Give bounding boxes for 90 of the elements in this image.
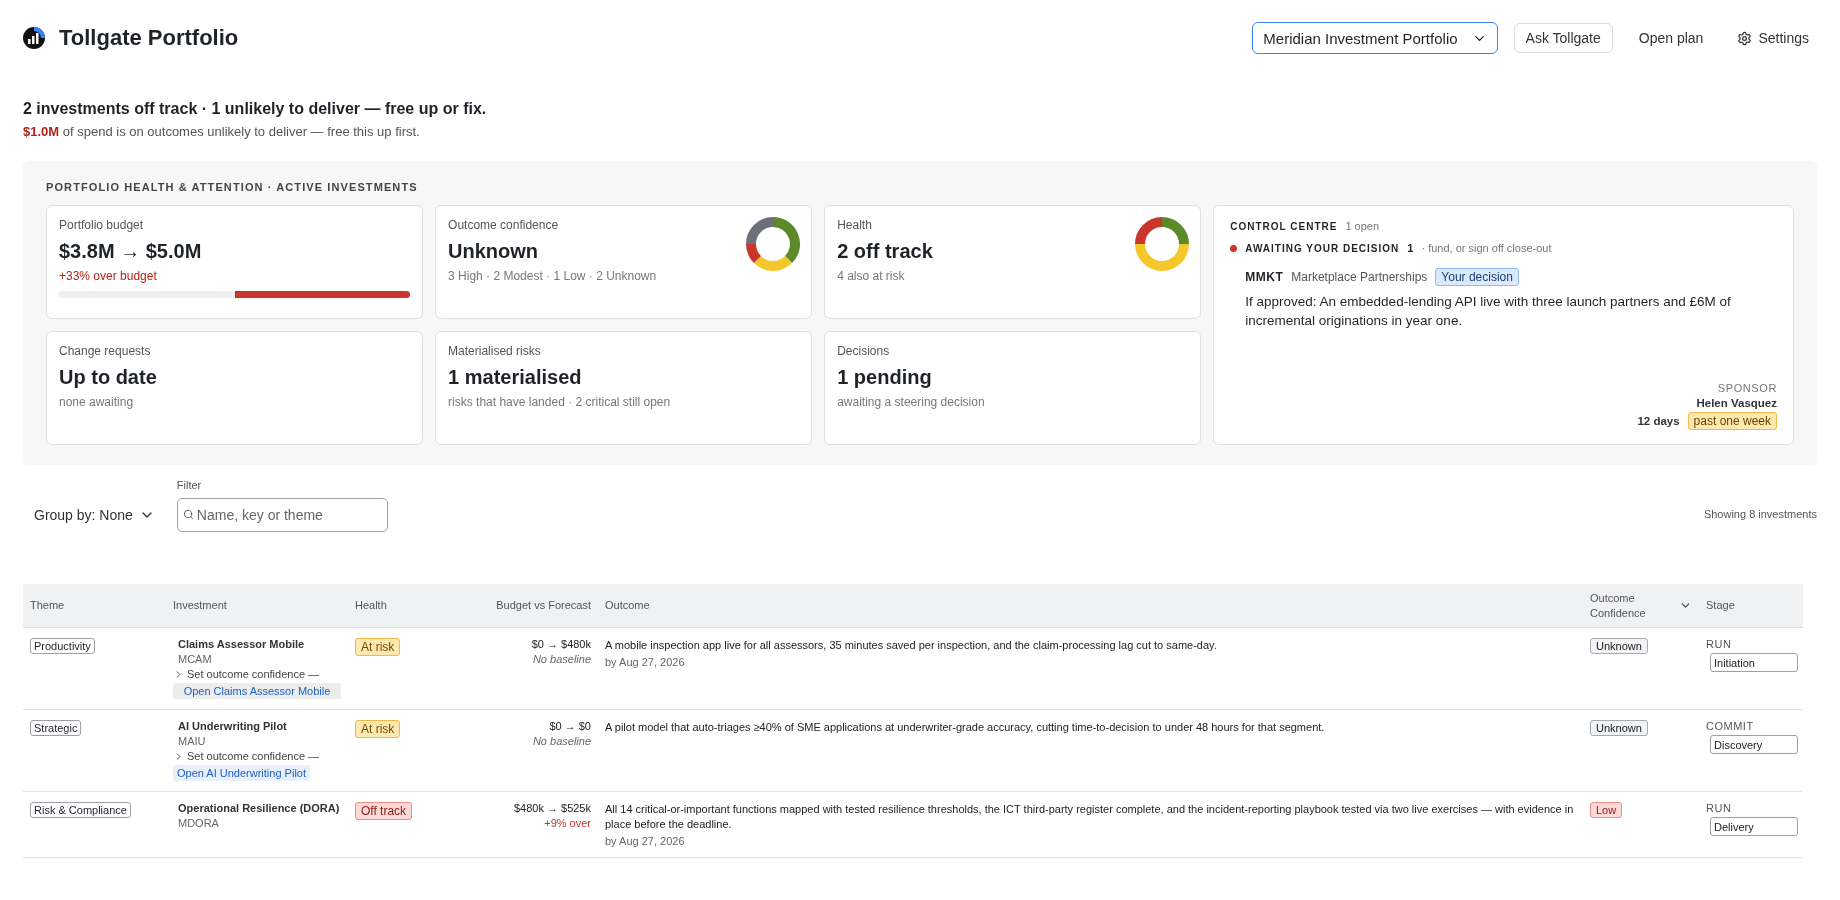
stage-select[interactable]: Delivery bbox=[1710, 817, 1798, 836]
group-label: AWAITING YOUR DECISION bbox=[1245, 242, 1400, 254]
theme-tag: Productivity bbox=[30, 638, 95, 654]
investment-key: MAIU bbox=[173, 735, 206, 747]
investment-key: MDORA bbox=[173, 817, 219, 829]
panel-title: PORTFOLIO HEALTH & ATTENTION · ACTIVE INVESTMENTS bbox=[46, 181, 419, 193]
investment-key: MMKT bbox=[1245, 270, 1284, 284]
card-value: 1 materialised bbox=[448, 366, 583, 389]
due-date: by Aug 27, 2026 bbox=[605, 835, 685, 847]
card-detail: 4 also at risk bbox=[837, 269, 906, 283]
sponsor-label: SPONSOR bbox=[1717, 382, 1777, 394]
health-tag: At risk bbox=[355, 638, 401, 656]
theme-tag: Strategic bbox=[30, 720, 82, 736]
filter-label: Filter bbox=[176, 479, 203, 491]
column-header: Budget vs Forecast bbox=[496, 598, 591, 613]
outcome-text: All 14 critical-or-important functions mapped with tested resilience thresholds, the ICT third-party register complete, and the incident-reporting playbook tested via two live exercises — with evidence in place before the deadline. bbox=[605, 802, 1575, 832]
set-confidence-toggle[interactable]: Set outcome confidence — bbox=[173, 668, 320, 680]
stage-select[interactable]: Discovery bbox=[1710, 735, 1798, 754]
donut-chart-drawing bbox=[745, 216, 802, 272]
card-label: Decisions bbox=[837, 344, 891, 358]
confidence-tag: Unknown bbox=[1590, 638, 1648, 654]
stage-label: RUN bbox=[1706, 802, 1732, 814]
outcome-text: A mobile inspection app live for all assessors, 35 minutes saved per inspection, and the claim-processing lag cut to same-day. bbox=[605, 638, 1217, 653]
age-text: 12 days bbox=[1637, 415, 1680, 427]
open-plan-button[interactable]: Open plan bbox=[1630, 26, 1712, 50]
summary-headline: 2 investments off track · 1 unlikely to deliver — free up or fix. bbox=[23, 100, 488, 118]
card-value: Unknown bbox=[448, 240, 540, 263]
investment-name: Claims Assessor Mobile bbox=[177, 638, 305, 650]
age-tag: past one week bbox=[1687, 412, 1777, 430]
column-header: Theme bbox=[30, 598, 65, 613]
card-detail: +33% over budget bbox=[59, 269, 158, 283]
due-date: by Aug 27, 2026 bbox=[605, 656, 685, 668]
investment-name: Operational Resilience (DORA) bbox=[177, 802, 340, 814]
stage-label: RUN bbox=[1706, 638, 1732, 650]
outcome-text: A pilot model that auto-triages ≥40% of SME applications at underwriter-grade accuracy, cutting time-to-decision to under 48 hours for that segment. bbox=[605, 720, 1325, 735]
column-header: Outcome Confidence bbox=[1590, 590, 1647, 621]
theme-tag: Risk & Compliance bbox=[30, 802, 131, 818]
ask-button[interactable]: Ask Tollgate bbox=[1513, 23, 1613, 53]
card-value: 2 off track bbox=[837, 240, 934, 263]
card-value: Up to date bbox=[59, 366, 158, 389]
filter-field[interactable]: Name, key or theme bbox=[176, 498, 388, 532]
stage-label: COMMIT bbox=[1706, 720, 1754, 732]
app-title: Tollgate Portfolio bbox=[59, 25, 240, 51]
budget-text: $480k → $525k bbox=[513, 802, 591, 814]
sponsor-name: Helen Vasquez bbox=[1696, 397, 1777, 409]
column-header: Health bbox=[355, 598, 387, 613]
settings-icon bbox=[1737, 30, 1753, 46]
decision-description: If approved: An embedded-lending API live with three launch partners and £6M of incremental originations in year one. bbox=[1245, 293, 1732, 330]
investment-key: MCAM bbox=[173, 653, 212, 665]
set-confidence-toggle[interactable]: Set outcome confidence — bbox=[173, 750, 320, 762]
results-count: Showing 8 investments bbox=[1703, 508, 1817, 520]
column-header: Stage bbox=[1706, 598, 1735, 613]
open-count: 1 open bbox=[1345, 220, 1380, 232]
donut-chart-drawing bbox=[1134, 216, 1191, 272]
settings-button[interactable]: Settings bbox=[1729, 26, 1817, 50]
confidence-tag: Low bbox=[1590, 802, 1623, 818]
portfolio-select[interactable]: Meridian Investment Portfolio bbox=[1252, 22, 1498, 54]
stage-select[interactable]: Initiation bbox=[1710, 653, 1798, 672]
health-tag: Off track bbox=[355, 802, 413, 820]
card-detail: awaiting a steering decision bbox=[837, 395, 986, 409]
card-label: Change requests bbox=[59, 344, 152, 358]
logo-icon bbox=[23, 27, 45, 49]
card-detail: risks that have landed · 2 critical still open bbox=[448, 395, 672, 409]
card-label: Materialised risks bbox=[448, 344, 542, 358]
investment-name: AI Underwriting Pilot bbox=[177, 720, 287, 732]
confidence-tag: Unknown bbox=[1590, 720, 1648, 736]
group-note: · fund, or sign off close-out bbox=[1421, 242, 1552, 254]
open-investment-link[interactable]: Open AI Underwriting Pilot bbox=[173, 765, 310, 781]
card-detail: 3 High · 2 Modest · 1 Low · 2 Unknown bbox=[448, 269, 658, 283]
health-tag: At risk bbox=[355, 720, 401, 738]
card-label: Portfolio budget bbox=[59, 218, 145, 232]
control-centre-title: CONTROL CENTRE bbox=[1230, 221, 1338, 232]
group-count: 1 bbox=[1407, 242, 1414, 254]
column-header: Investment bbox=[173, 598, 227, 613]
column-header: Outcome bbox=[605, 598, 650, 613]
budget-text: $0 → $0 bbox=[549, 720, 591, 732]
card-label: Outcome confidence bbox=[448, 218, 560, 232]
variance-text: No baseline bbox=[532, 735, 591, 747]
card-detail: none awaiting bbox=[59, 395, 135, 409]
investment-name: Marketplace Partnerships bbox=[1291, 270, 1428, 284]
decision-tag: Your decision bbox=[1435, 268, 1519, 286]
card-value: $3.8M → $5.0M bbox=[59, 240, 203, 263]
card-value: 1 pending bbox=[837, 366, 933, 389]
group-by-dropdown[interactable]: Group by: None bbox=[34, 507, 155, 523]
variance-text: +9% over bbox=[544, 817, 591, 829]
card-label: Health bbox=[837, 218, 873, 232]
variance-text: No baseline bbox=[532, 653, 591, 665]
spend-note: $1.0M of spend is on outcomes unlikely to deliver — free this up first. bbox=[23, 124, 421, 139]
open-investment-link[interactable]: Open Claims Assessor Mobile bbox=[173, 683, 341, 699]
budget-text: $0 → $480k bbox=[531, 638, 591, 650]
